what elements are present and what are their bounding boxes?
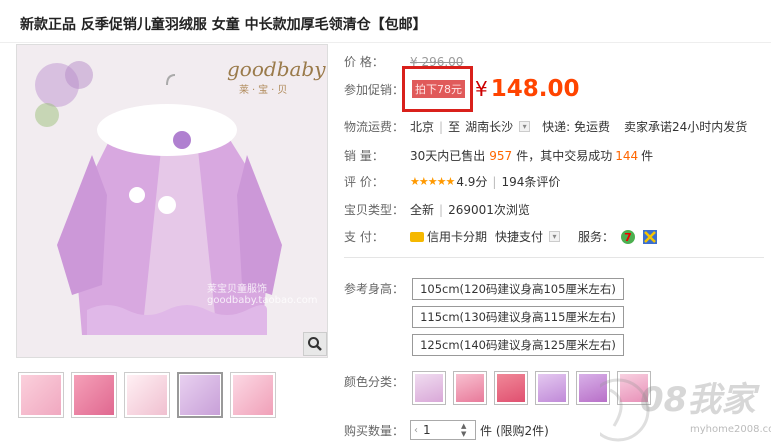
item-condition: 全新 (410, 203, 435, 217)
sales-unit: 件 (641, 149, 654, 163)
view-count: 269001次浏览 (448, 203, 530, 217)
ship-from: 北京 (410, 120, 435, 134)
currency-symbol: ¥ (475, 77, 488, 101)
swatch-image (538, 374, 566, 402)
chevron-down-icon[interactable]: ▾ (549, 231, 561, 242)
rating-label: 评 价： (344, 175, 384, 189)
size-option[interactable]: 125cm(140码建议身高125厘米左右) (412, 334, 624, 356)
size-option[interactable]: 105cm(120码建议身高105厘米左右) (412, 278, 624, 300)
thumbnail-image (21, 375, 61, 415)
sales-pre: 30天内已售出 (410, 149, 486, 163)
swatch-image (415, 374, 443, 402)
highlight-box (402, 66, 473, 112)
star-rating-icon: ★★★★★ (410, 175, 455, 188)
swatch-image (456, 374, 484, 402)
separator: | (439, 119, 444, 134)
sales-row: 销 量： 30天内已售出 957 件，其中交易成功 144 件 (344, 147, 653, 164)
quantity-label: 购买数量： (344, 423, 405, 438)
seven-day-return-icon[interactable]: 7 (620, 229, 636, 245)
sold-count: 957 (489, 148, 513, 163)
site-watermark-text: 08我家 (640, 380, 756, 420)
thumbnail-image (127, 375, 167, 415)
image-watermark: 莱宝贝童服饰 goodbaby.taobao.com (207, 284, 318, 306)
svg-text:7: 7 (624, 231, 632, 244)
item-type-label: 宝贝类型： (344, 203, 405, 217)
sales-label: 销 量： (344, 149, 384, 163)
quantity-limit: 件 (限购2件) (480, 423, 549, 438)
review-count-link[interactable]: 194条评价 (501, 173, 560, 190)
color-swatch[interactable] (535, 371, 569, 405)
quick-pay-link[interactable]: 快捷支付 (495, 228, 543, 245)
thumbnail[interactable] (71, 372, 117, 418)
rating-row: 评 价： ★★★★★ 4.9分 | 194条评价 (344, 173, 560, 190)
success-count: 144 (615, 148, 639, 163)
promo-label: 参加促销： (344, 82, 405, 97)
rating-score: 4.9分 (456, 175, 488, 189)
quantity-spinner: ▲ ▼ (461, 422, 466, 438)
ship-to-link[interactable]: 湖南长沙 (465, 118, 513, 135)
guarantee-icon[interactable] (642, 229, 658, 245)
thumbnail-image (180, 375, 220, 415)
zoom-button[interactable] (303, 332, 327, 356)
price-label: 价 格： (344, 55, 384, 69)
express-fee: 快递: 免运费 (542, 120, 610, 134)
swatch-image (497, 374, 525, 402)
shipping-row: 物流运费： 北京 | 至 湖南长沙 ▾ 快递: 免运费 卖家承诺24小时内发货 (344, 118, 747, 135)
size-label-row: 参考身高： (344, 280, 410, 297)
thumbnail[interactable] (18, 372, 64, 418)
thumbnail-selected[interactable] (177, 372, 223, 418)
payment-label: 支 付： (344, 230, 384, 244)
product-title: 新款正品 反季促销儿童羽绒服 女童 中长款加厚毛领清仓【包邮】 (20, 17, 427, 33)
title-divider (0, 42, 771, 43)
thumbnail[interactable] (124, 372, 170, 418)
color-label: 颜色分类： (344, 375, 405, 389)
thumbnail[interactable] (230, 372, 276, 418)
decrement-button[interactable]: ‹ (411, 425, 421, 436)
credit-card-icon (410, 231, 424, 242)
quantity-stepper: ‹ ▲ ▼ (410, 420, 476, 440)
chevron-down-icon[interactable]: ▾ (519, 121, 531, 132)
magnifier-icon (308, 337, 322, 351)
thumbnail-image (74, 375, 114, 415)
separator: | (492, 174, 497, 189)
separator: | (439, 202, 444, 217)
brand-logo-sub: 莱·宝·贝 (239, 85, 291, 96)
promo-price: 148.00 (490, 76, 580, 102)
promo-row: 参加促销： 拍下78元 ¥ 148.00 (344, 66, 580, 112)
brand-logo: goodbaby (227, 57, 326, 81)
quantity-input[interactable] (421, 421, 459, 439)
sales-mid: 件，其中交易成功 (516, 149, 613, 163)
color-swatch[interactable] (494, 371, 528, 405)
ship-to-prefix: 至 (448, 120, 461, 134)
size-label: 参考身高： (344, 282, 405, 296)
increment-arrow-icon[interactable]: ▲ (461, 422, 466, 430)
product-page: 新款正品 反季促销儿童羽绒服 女童 中长款加厚毛领清仓【包邮】 goodbaby… (0, 0, 771, 448)
decrement-arrow-icon[interactable]: ▼ (461, 430, 466, 438)
ship-promise: 卖家承诺24小时内发货 (623, 120, 748, 134)
color-label-row: 颜色分类： (344, 373, 410, 390)
info-divider (344, 257, 764, 258)
shipping-label: 物流运费： (344, 120, 405, 134)
credit-installment-link[interactable]: 信用卡分期 (427, 228, 487, 245)
item-type-row: 宝贝类型： 全新 | 269001次浏览 (344, 201, 530, 218)
main-product-image[interactable]: goodbaby 莱·宝·贝 莱宝贝童服饰 goodbaby.taobao.co… (16, 44, 328, 358)
color-swatch[interactable] (453, 371, 487, 405)
size-option[interactable]: 115cm(130码建议身高115厘米左右) (412, 306, 624, 328)
service-label: 服务： (578, 230, 615, 244)
site-watermark-url: myhome2008.com (690, 424, 771, 435)
payment-row: 支 付： 信用卡分期 快捷支付 ▾ 服务： 7 (344, 228, 658, 245)
quantity-row: 购买数量： ‹ ▲ ▼ 件 (限购2件) (344, 420, 549, 440)
thumbnail-strip (18, 372, 276, 418)
thumbnail-image (233, 375, 273, 415)
color-swatch[interactable] (412, 371, 446, 405)
